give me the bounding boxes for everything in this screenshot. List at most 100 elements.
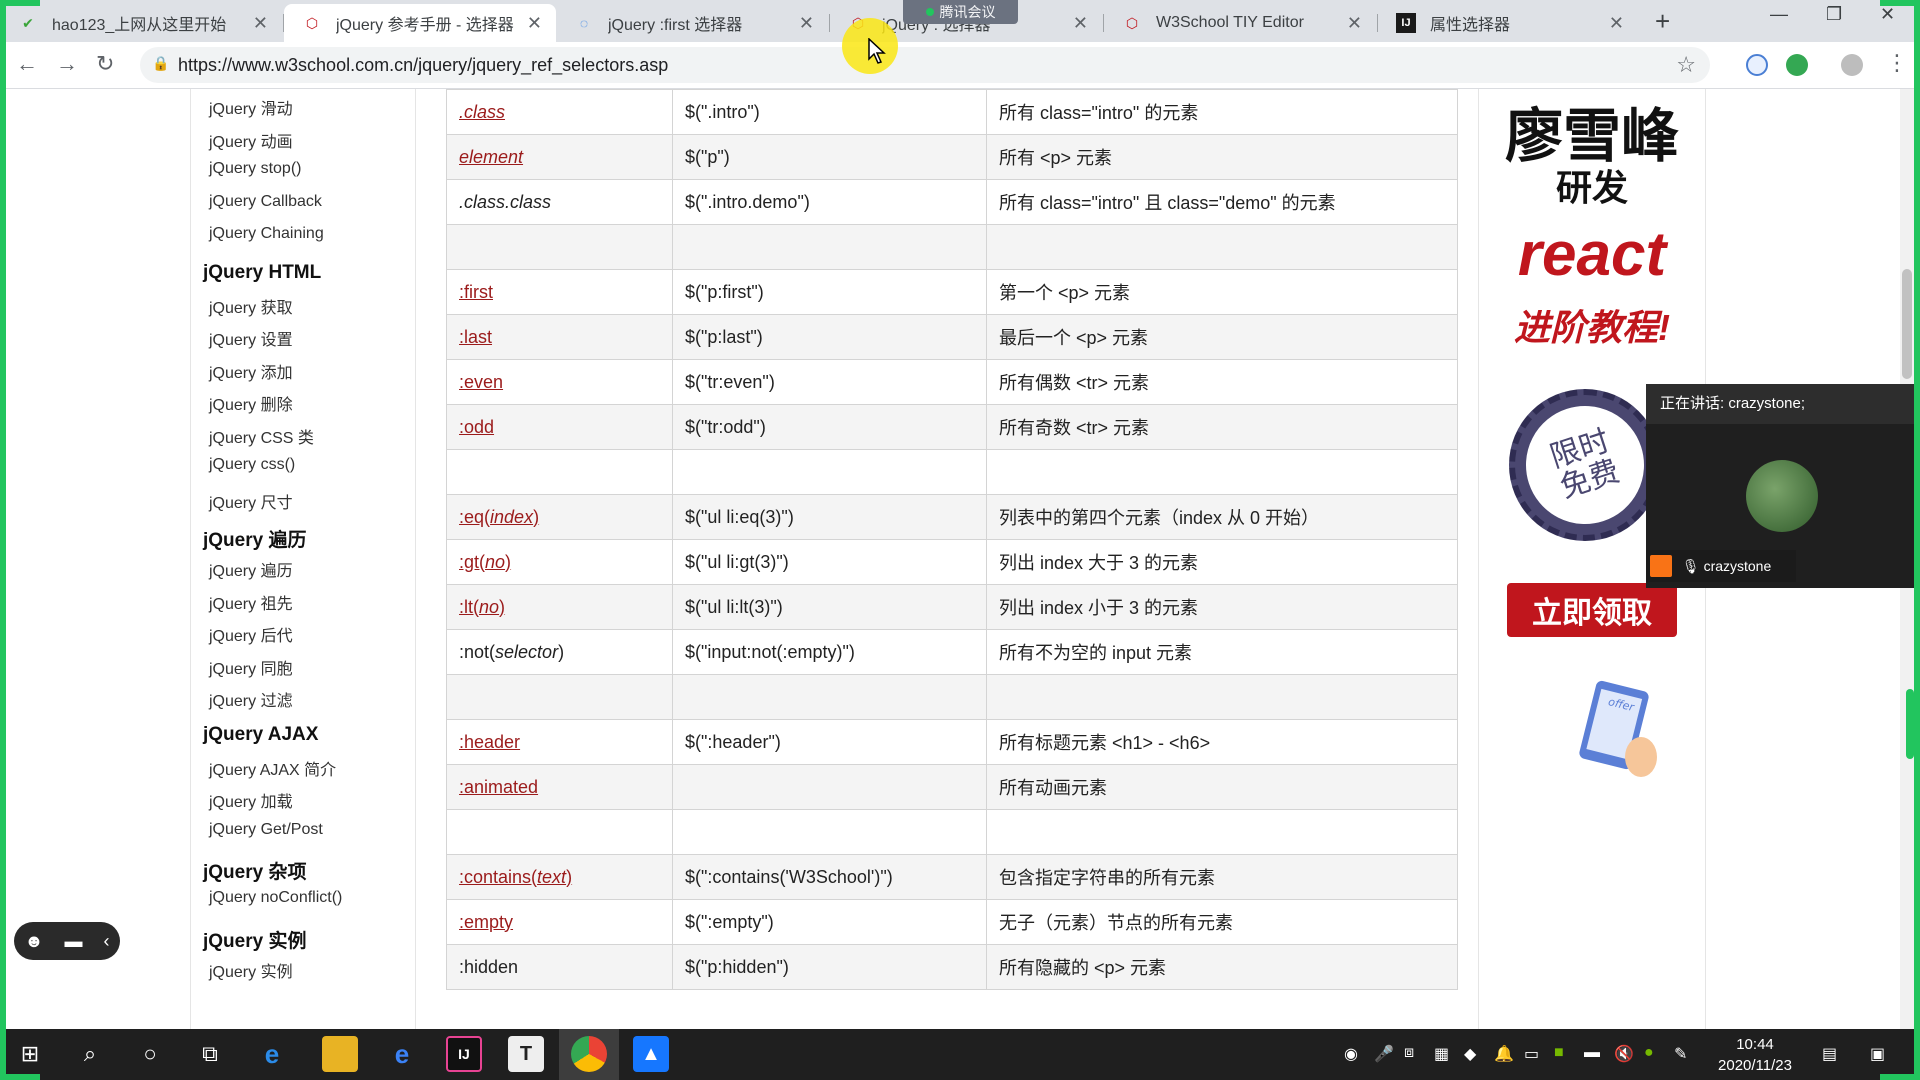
battery-icon[interactable]: ▬ — [1584, 1044, 1600, 1062]
sidebar-link[interactable]: jQuery 动画 — [209, 128, 293, 152]
selector-link[interactable]: :lt(no) — [459, 597, 505, 617]
chrome-icon[interactable] — [571, 1036, 607, 1072]
meeting-floating-controls[interactable]: ☻ ▬ ‹ — [14, 922, 120, 960]
sidebar-link[interactable]: jQuery 删除 — [209, 391, 293, 415]
cortana-icon[interactable]: ○ — [136, 1040, 164, 1068]
emoji-icon[interactable]: ☻ — [25, 931, 44, 952]
menu-kebab-icon[interactable]: ⋮ — [1886, 50, 1908, 76]
selector-cell[interactable]: :lt(no) — [446, 584, 673, 630]
action-center-icon[interactable]: ▣ — [1870, 1044, 1885, 1064]
volume-muted-icon[interactable]: 🔇 — [1614, 1044, 1634, 1064]
close-icon[interactable]: ✕ — [527, 13, 542, 34]
selector-link[interactable]: .class — [459, 102, 505, 122]
tab-w3school-tiy[interactable]: ⬡ W3School TIY Editor ✕ — [1104, 4, 1376, 42]
sidebar-link[interactable]: jQuery 滑动 — [209, 95, 293, 119]
notification-bell-icon[interactable]: 🔔 — [1494, 1044, 1514, 1064]
sidebar-link[interactable]: jQuery 获取 — [209, 294, 293, 318]
tray-app-icon[interactable]: ▦ — [1434, 1044, 1449, 1064]
new-tab-button[interactable]: + — [1655, 6, 1670, 37]
selector-cell[interactable]: :last — [446, 314, 673, 360]
meeting-video-panel[interactable]: 正在讲话: crazystone; 🎙 crazystone — [1646, 384, 1920, 588]
meeting-indicator[interactable]: 腾讯会议 — [903, 0, 1018, 24]
file-explorer-icon[interactable] — [322, 1036, 358, 1072]
sidebar-link[interactable]: jQuery Callback — [209, 193, 322, 211]
selector-link[interactable]: :eq(index) — [459, 507, 539, 527]
tray-app-icon[interactable]: ● — [1644, 1044, 1654, 1062]
close-icon[interactable]: ✕ — [799, 13, 814, 34]
tencent-meeting-icon[interactable]: ▲ — [633, 1036, 669, 1072]
sidebar-link[interactable]: jQuery noConflict() — [209, 889, 342, 907]
selector-cell[interactable]: :first — [446, 269, 673, 315]
sidebar-link[interactable]: jQuery CSS 类 — [209, 424, 314, 448]
minimize-icon[interactable]: — — [1770, 4, 1788, 25]
collapse-chevron-icon[interactable]: ‹ — [103, 931, 109, 952]
tab-hao123[interactable]: ✔ hao123_上网从这里开始 ✕ — [0, 4, 282, 42]
selector-cell[interactable]: :odd — [446, 404, 673, 450]
selector-link[interactable]: :animated — [459, 777, 538, 797]
sidebar-link[interactable]: jQuery 祖先 — [209, 590, 293, 614]
selector-cell[interactable]: :gt(no) — [446, 539, 673, 585]
sidebar-link[interactable]: jQuery 添加 — [209, 359, 293, 383]
selector-cell[interactable]: :eq(index) — [446, 494, 673, 540]
forward-icon[interactable]: → — [56, 51, 78, 77]
close-window-icon[interactable]: ✕ — [1880, 4, 1895, 25]
selector-link[interactable]: :empty — [459, 912, 513, 932]
chat-icon[interactable]: ▬ — [64, 931, 82, 952]
scrollbar-thumb[interactable] — [1902, 269, 1912, 379]
sidebar-link[interactable]: jQuery AJAX 简介 — [209, 756, 336, 780]
profile-avatar-icon[interactable] — [1841, 54, 1863, 76]
sidebar-link[interactable]: jQuery 尺寸 — [209, 489, 293, 513]
sidebar-link[interactable]: jQuery 后代 — [209, 622, 293, 646]
tray-app-icon[interactable]: ◉ — [1344, 1044, 1358, 1064]
selector-link[interactable]: :first — [459, 282, 493, 302]
sidebar-link[interactable]: jQuery 设置 — [209, 326, 293, 350]
selector-cell[interactable]: :contains(text) — [446, 854, 673, 900]
selector-link[interactable]: :header — [459, 732, 520, 752]
tray-network-share-icon[interactable]: ⧈ — [1404, 1044, 1414, 1062]
edge-icon[interactable]: e — [384, 1036, 420, 1072]
selector-cell[interactable]: .class — [446, 89, 673, 135]
display-icon[interactable]: ▭ — [1524, 1044, 1539, 1064]
sidebar-link[interactable]: jQuery 加载 — [209, 788, 293, 812]
close-icon[interactable]: ✕ — [1347, 13, 1362, 34]
selector-cell[interactable]: :even — [446, 359, 673, 405]
selector-cell[interactable]: element — [446, 134, 673, 180]
selector-cell[interactable]: :empty — [446, 899, 673, 945]
restore-icon[interactable]: ❐ — [1826, 4, 1842, 25]
selector-cell[interactable]: :header — [446, 719, 673, 765]
selector-link[interactable]: :contains(text) — [459, 867, 572, 887]
lock-icon[interactable]: 🔒 — [152, 55, 169, 72]
ie-icon[interactable]: e — [254, 1036, 290, 1072]
extension-icon[interactable] — [1746, 54, 1768, 76]
system-clock[interactable]: 10:44 2020/11/23 — [1700, 1034, 1810, 1076]
sidebar-link[interactable]: jQuery stop() — [209, 160, 301, 178]
tab-attribute-selector[interactable]: IJ 属性选择器 ✕ — [1378, 4, 1638, 42]
reload-icon[interactable]: ↻ — [96, 51, 114, 77]
typora-icon[interactable]: T — [508, 1036, 544, 1072]
selector-link[interactable]: :gt(no) — [459, 552, 511, 572]
sidebar-link[interactable]: jQuery 过滤 — [209, 687, 293, 711]
sidebar-link[interactable]: jQuery 遍历 — [209, 557, 293, 581]
search-icon[interactable]: ⌕ — [76, 1040, 104, 1068]
task-view-icon[interactable]: ⧉ — [196, 1040, 224, 1068]
selector-link[interactable]: :even — [459, 372, 503, 392]
close-icon[interactable]: ✕ — [1073, 13, 1088, 34]
selector-cell[interactable]: :animated — [446, 764, 673, 810]
extension-icon[interactable] — [1786, 54, 1808, 76]
pen-icon[interactable]: ✎ — [1674, 1044, 1687, 1064]
selector-link[interactable]: :last — [459, 327, 492, 347]
claim-now-button[interactable]: 立即领取 — [1507, 583, 1677, 637]
back-icon[interactable]: ← — [16, 51, 38, 77]
sidebar-link[interactable]: jQuery 同胞 — [209, 655, 293, 679]
sidebar-link[interactable]: jQuery Get/Post — [209, 821, 323, 839]
sidebar-link[interactable]: jQuery css() — [209, 456, 295, 474]
intellij-icon[interactable]: IJ — [446, 1036, 482, 1072]
nvidia-icon[interactable]: ■ — [1554, 1044, 1564, 1062]
url-text[interactable]: https://www.w3school.com.cn/jquery/jquer… — [178, 55, 668, 76]
qq-icon[interactable]: ◆ — [1464, 1044, 1476, 1064]
selector-link[interactable]: element — [459, 147, 523, 167]
bookmark-star-icon[interactable]: ☆ — [1676, 52, 1696, 78]
sidebar-link[interactable]: jQuery Chaining — [209, 225, 324, 243]
close-icon[interactable]: ✕ — [1609, 13, 1624, 34]
address-bar[interactable]: 🔒 https://www.w3school.com.cn/jquery/jqu… — [140, 47, 1710, 83]
